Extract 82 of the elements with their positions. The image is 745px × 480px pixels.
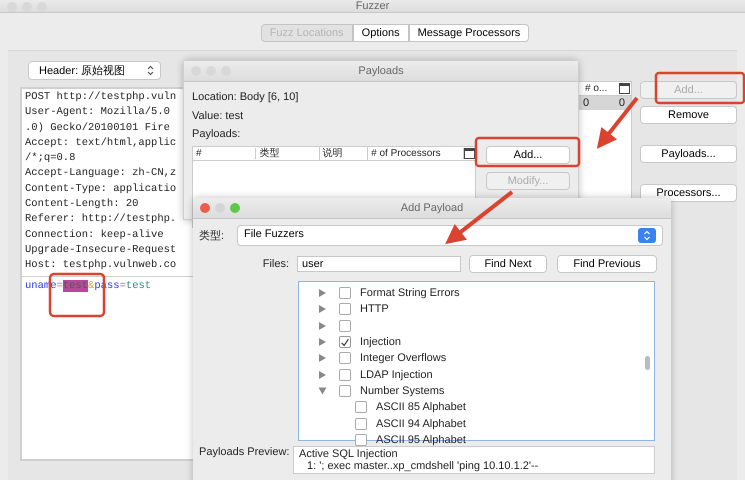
request-line: Accept-Language: zh-CN,z — [25, 166, 176, 182]
body-token: test — [126, 280, 152, 292]
expand-arrow-icon[interactable] — [319, 289, 326, 298]
files-input[interactable]: user — [297, 256, 461, 272]
checkbox[interactable] — [339, 303, 351, 316]
tree-item-label[interactable]: Format String Errors — [360, 287, 460, 300]
side-button[interactable]: Processors... — [640, 184, 737, 202]
checkbox[interactable] — [355, 401, 367, 414]
tree-item-label[interactable]: Integer Overflows — [360, 352, 446, 364]
body-token: = — [120, 280, 126, 292]
type-select[interactable]: File Fuzzers — [237, 225, 663, 246]
table-cell: 0 — [618, 97, 625, 109]
tab[interactable]: Options — [352, 24, 409, 42]
expand-arrow-icon[interactable] — [319, 322, 326, 330]
column-header: # — [193, 148, 256, 158]
column-menu-icon[interactable] — [619, 83, 630, 94]
checkbox[interactable] — [355, 434, 367, 446]
preview-line: Active SQL Injection — [299, 448, 399, 460]
body-token: test — [62, 280, 88, 292]
window-title: Fuzzer — [356, 0, 390, 12]
scrollbar-thumb[interactable] — [645, 356, 650, 370]
request-line: Content-Type: applicatio — [25, 182, 176, 197]
column-menu-icon[interactable] — [464, 148, 476, 158]
body-token: & — [88, 280, 94, 292]
find-next-button[interactable]: Find Next — [469, 255, 547, 273]
tree-item-label[interactable]: Number Systems — [360, 384, 444, 397]
request-line: Referer: http://testphp. — [25, 212, 176, 228]
expand-arrow-icon[interactable] — [319, 354, 326, 362]
side-button[interactable]: Remove — [640, 106, 737, 124]
side-button[interactable]: Payloads... — [640, 145, 737, 163]
tree-item-label[interactable]: ASCII 94 Alphabet — [376, 418, 466, 430]
expand-arrow-icon[interactable] — [319, 370, 326, 379]
updown-icon — [147, 65, 154, 76]
window-title: Add Payload — [400, 202, 464, 214]
body-token: = — [56, 280, 63, 292]
tree-item-label[interactable]: ASCII 95 Alphabet — [376, 434, 466, 446]
view-select[interactable]: Header: 原始视图 — [28, 61, 162, 80]
tree-item-label[interactable]: ASCII 85 Alphabet — [376, 401, 466, 414]
type-label: 类型: — [199, 229, 226, 243]
request-line: .0) Gecko/20100101 Fire — [25, 120, 170, 136]
window-title: Payloads — [358, 65, 404, 77]
checkbox[interactable] — [355, 418, 367, 430]
checkbox[interactable] — [339, 384, 351, 397]
tab[interactable]: Message Processors — [408, 24, 530, 42]
payloads-label: Payloads: — [192, 127, 242, 142]
window-control-icon[interactable] — [230, 203, 240, 213]
request-line: POST http://testphp.vuln — [25, 90, 176, 105]
location-label: Location: Body [6, 10] — [192, 90, 300, 105]
expand-arrow-icon[interactable] — [318, 387, 326, 394]
preview-label: Payloads Preview: — [199, 446, 289, 458]
window-control-icon[interactable] — [22, 2, 32, 12]
tree-item-label[interactable]: Injection — [360, 336, 401, 348]
expand-arrow-icon[interactable] — [319, 338, 326, 346]
checkbox[interactable] — [339, 320, 351, 332]
column-header: 说明 — [320, 146, 368, 160]
request-line: /*;q=0.8 — [25, 151, 76, 166]
window-control-icon[interactable] — [200, 203, 210, 213]
preview-line: 1: '; exec master..xp_cmdshell 'ping 10.10.1.2'-- — [306, 460, 540, 472]
checkbox[interactable] — [339, 368, 351, 381]
request-line: Connection: keep-alive — [25, 228, 164, 243]
request-line: Host: testphp.vulnweb.co — [25, 258, 176, 274]
request-line: Content-Length: 20 — [25, 197, 138, 212]
updown-icon — [638, 228, 656, 243]
find-previous-button[interactable]: Find Previous — [557, 255, 657, 273]
files-label: Files: — [262, 258, 289, 270]
column-header: # o... — [585, 83, 608, 94]
arrow — [596, 96, 639, 149]
checkbox[interactable] — [339, 352, 351, 364]
window-control-icon[interactable] — [7, 2, 17, 12]
dialog-button[interactable]: Add... — [486, 146, 570, 164]
tree-item-label[interactable]: HTTP — [360, 303, 389, 316]
table-cell: 0 — [583, 97, 590, 109]
checkbox[interactable] — [339, 287, 351, 300]
request-line: User-Agent: Mozilla/5.0 — [25, 105, 170, 120]
request-line: Accept: text/html,applic — [25, 136, 176, 151]
value-label: Value: test — [192, 108, 244, 124]
column-header: 类型 — [256, 146, 320, 160]
request-line: Upgrade-Insecure-Request — [25, 242, 176, 258]
checkbox[interactable] — [339, 336, 351, 348]
expand-arrow-icon[interactable] — [319, 305, 326, 314]
window-control-icon[interactable] — [37, 2, 47, 12]
tree-item-label[interactable]: LDAP Injection — [360, 368, 433, 381]
